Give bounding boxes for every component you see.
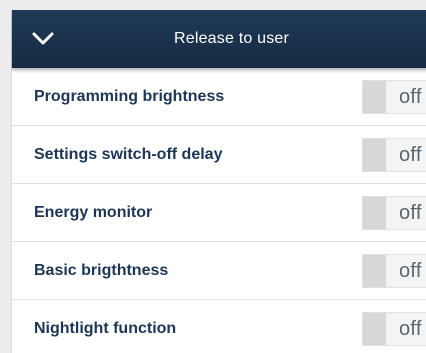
setting-label: Nightlight function <box>34 320 177 337</box>
setting-row-basic-brightness: Basic brigthtness off <box>12 242 426 300</box>
setting-label: Basic brigthtness <box>34 262 169 279</box>
toggle-state: off <box>399 317 422 340</box>
setting-label: Settings switch-off delay <box>34 146 223 163</box>
toggle-state: off <box>399 85 422 108</box>
setting-row-energy-monitor: Energy monitor off <box>12 184 426 242</box>
toggle-knob <box>363 255 386 287</box>
toggle-state: off <box>399 201 422 224</box>
settings-list: Programming brightness off Settings swit… <box>12 68 426 353</box>
toggle-settings-switch-off-delay[interactable]: off <box>362 138 426 172</box>
toggle-state: off <box>399 143 422 166</box>
toggle-knob <box>363 197 386 229</box>
toggle-knob <box>363 139 386 171</box>
release-to-user-panel: Release to user Programming brightness o… <box>11 10 426 353</box>
panel-header[interactable]: Release to user <box>12 10 426 68</box>
toggle-programming-brightness[interactable]: off <box>362 80 426 114</box>
screen: Release to user Programming brightness o… <box>0 0 426 353</box>
toggle-nightlight-function[interactable]: off <box>362 312 426 346</box>
toggle-basic-brightness[interactable]: off <box>362 254 426 288</box>
toggle-knob <box>363 313 386 345</box>
toggle-energy-monitor[interactable]: off <box>362 196 426 230</box>
setting-row-programming-brightness: Programming brightness off <box>12 68 426 126</box>
setting-label: Programming brightness <box>34 88 225 105</box>
toggle-knob <box>363 81 386 113</box>
setting-row-settings-switch-off-delay: Settings switch-off delay off <box>12 126 426 184</box>
chevron-down-icon[interactable] <box>30 27 56 49</box>
setting-row-nightlight-function: Nightlight function off <box>12 300 426 353</box>
setting-label: Energy monitor <box>34 204 153 221</box>
toggle-state: off <box>399 259 422 282</box>
panel-title: Release to user <box>173 30 290 47</box>
